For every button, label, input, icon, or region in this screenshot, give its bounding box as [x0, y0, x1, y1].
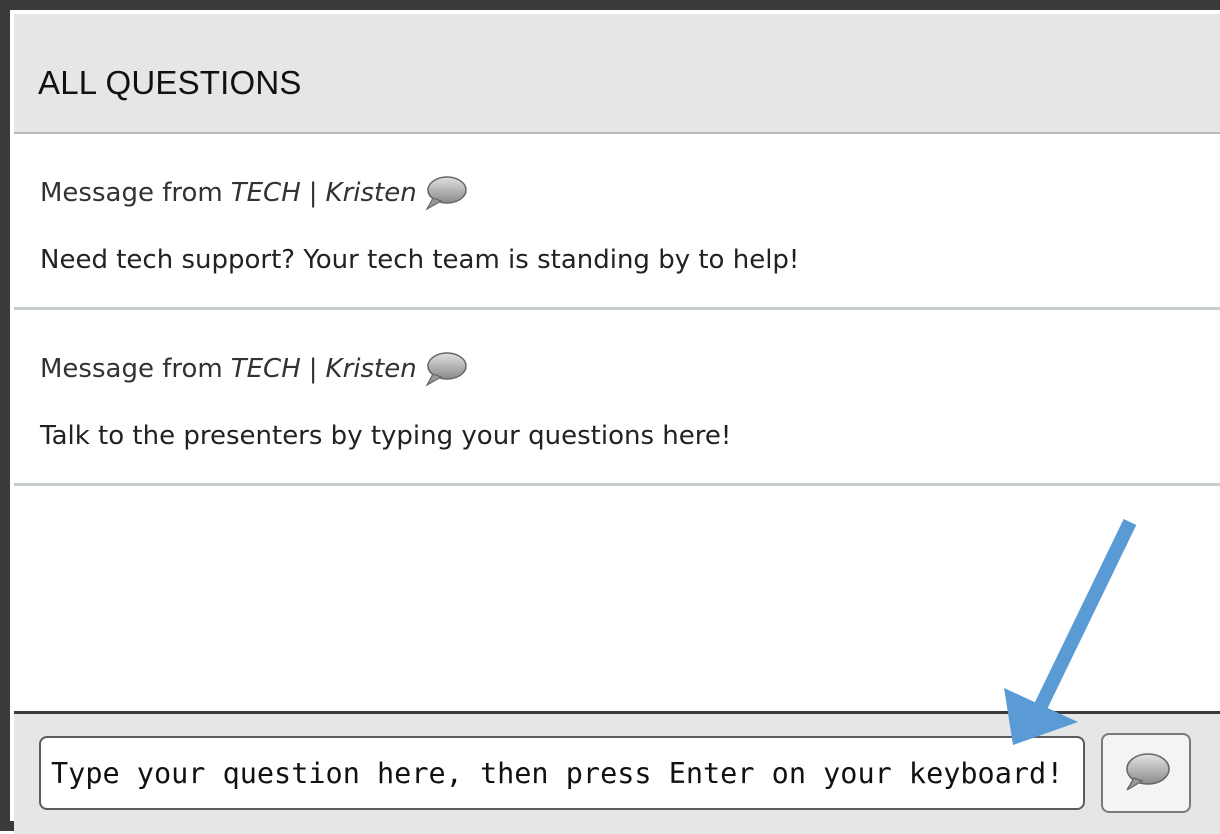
questions-panel: ALL QUESTIONS Message from TECH | Kriste… — [0, 0, 1220, 834]
speech-bubble-icon — [423, 350, 469, 388]
speech-bubble-icon — [423, 174, 469, 212]
send-button[interactable] — [1101, 733, 1191, 813]
message-item: Message from TECH | Kristen — [14, 310, 1220, 486]
panel-header: ALL QUESTIONS — [14, 14, 1220, 134]
message-body: Need tech support? Your tech team is sta… — [40, 245, 800, 275]
message-header: Message from TECH | Kristen — [40, 350, 469, 388]
question-input[interactable] — [39, 736, 1085, 810]
message-separator: | — [308, 178, 318, 208]
message-sender: TECH — [230, 178, 301, 208]
input-bar — [14, 711, 1220, 834]
message-prefix: Message from — [40, 178, 223, 208]
message-item: Message from TECH | Kristen — [14, 134, 1220, 310]
message-author: Kristen — [325, 354, 417, 384]
message-sender: TECH — [230, 354, 301, 384]
message-separator: | — [308, 354, 318, 384]
message-author: Kristen — [325, 178, 417, 208]
message-list[interactable]: Message from TECH | Kristen Need tech su… — [14, 134, 1220, 710]
message-prefix: Message from — [40, 354, 223, 384]
speech-bubble-icon — [1126, 753, 1170, 791]
message-body: Talk to the presenters by typing your qu… — [40, 421, 732, 451]
message-header: Message from TECH | Kristen — [40, 174, 469, 212]
panel-title: ALL QUESTIONS — [38, 64, 302, 101]
